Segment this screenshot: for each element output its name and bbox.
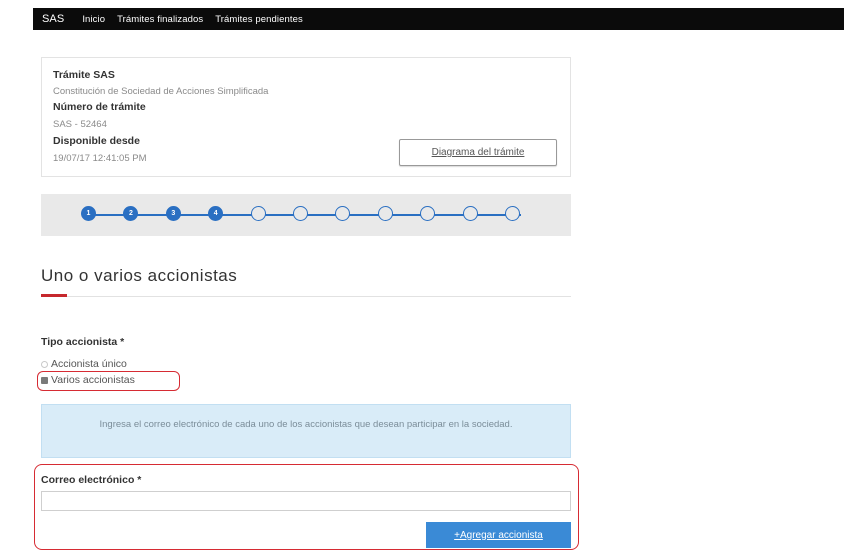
step-11-pending — [505, 206, 520, 221]
step-6-pending — [293, 206, 308, 221]
available-since-value: 19/07/17 12:41:05 PM — [53, 153, 147, 164]
progress-stepper: 1 2 3 4 — [41, 194, 571, 236]
tramite-info-card: Trámite SAS Constitución de Sociedad de … — [41, 57, 571, 177]
radio-accionista-unico-label: Accionista único — [51, 358, 127, 370]
radio-accionista-unico[interactable]: Accionista único — [41, 358, 127, 370]
add-shareholder-button[interactable]: +Agregar accionista — [426, 522, 571, 548]
nav-item-tramites-pendientes[interactable]: Trámites pendientes — [215, 14, 303, 25]
section-title: Uno o varios accionistas — [41, 266, 238, 285]
brand-link[interactable]: SAS — [42, 13, 64, 25]
email-label: Correo electrónico * — [41, 474, 142, 486]
step-8-pending — [377, 206, 393, 221]
step-7-pending — [335, 206, 351, 221]
section-divider — [41, 296, 571, 297]
tramite-number-value: SAS - 52464 — [53, 119, 107, 130]
tramite-type-label: Trámite SAS — [53, 69, 115, 81]
nav-item-tramites-finalizados[interactable]: Trámites finalizados — [117, 14, 203, 25]
annotation-highlight-radio — [37, 371, 180, 391]
step-2-completed: 2 — [123, 206, 139, 221]
available-since-label: Disponible desde — [53, 135, 140, 147]
email-input[interactable] — [41, 491, 571, 511]
tipo-accionista-label: Tipo accionista * — [41, 336, 125, 348]
section-title-accent — [41, 294, 67, 297]
step-1-completed: 1 — [81, 206, 96, 221]
info-alert: Ingresa el correo electrónico de cada un… — [41, 404, 571, 458]
step-10-pending — [462, 206, 478, 221]
step-4-completed: 4 — [208, 206, 224, 221]
step-5-pending — [250, 206, 266, 221]
radio-unchecked-icon[interactable] — [41, 360, 48, 368]
nav-item-inicio[interactable]: Inicio — [82, 14, 105, 25]
tramite-type-value: Constitución de Sociedad de Acciones Sim… — [53, 86, 269, 97]
tramite-number-label: Número de trámite — [53, 101, 146, 113]
step-9-pending — [420, 206, 436, 221]
diagram-button[interactable]: Diagrama del trámite — [399, 139, 557, 166]
top-nav-bar: SAS Inicio Trámites finalizados Trámites… — [33, 8, 844, 30]
step-3-completed: 3 — [165, 206, 181, 221]
